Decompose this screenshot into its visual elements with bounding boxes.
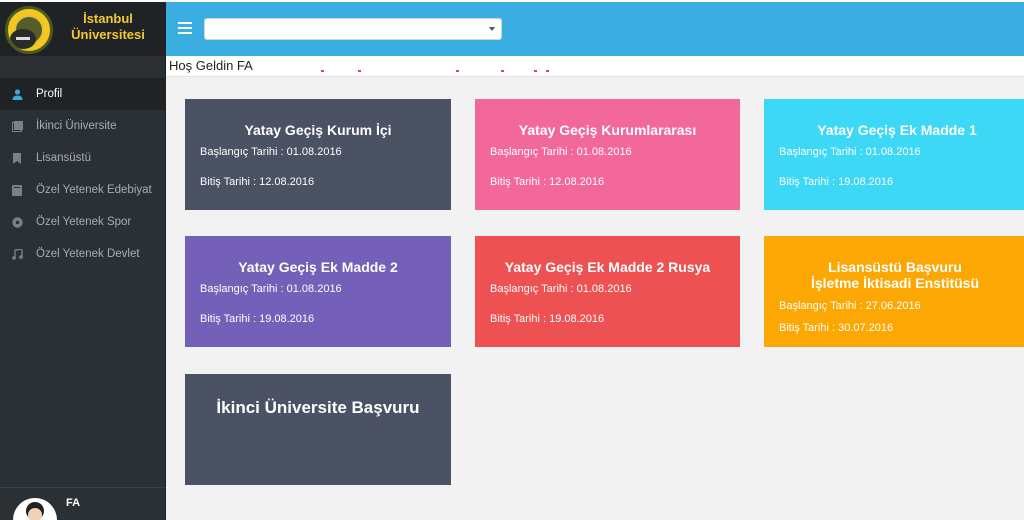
decorative-marks bbox=[321, 70, 551, 74]
card-lisansustu-basvuru[interactable]: Lisansüstü Başvuru İşletme İktisadi Enst… bbox=[764, 236, 1024, 347]
card-yatay-gecis-kurumlararasi[interactable]: Yatay Geçiş Kurumlararası Başlangıç Tari… bbox=[475, 99, 740, 210]
user-panel[interactable]: FA bbox=[0, 487, 166, 520]
top-bar bbox=[166, 0, 1024, 56]
card-start-date: Başlangıç Tarihi : 01.08.2016 bbox=[490, 283, 632, 295]
brand-name-line1: İstanbul bbox=[83, 11, 133, 26]
brand-name: İstanbul Üniversitesi bbox=[58, 11, 158, 43]
card-title: Yatay Geçiş Ek Madde 1 bbox=[817, 122, 977, 138]
user-name: FA bbox=[66, 497, 81, 509]
soccer-ball-icon bbox=[11, 216, 23, 228]
brand-name-line2: Üniversitesi bbox=[71, 27, 145, 42]
avatar bbox=[13, 498, 57, 520]
university-logo bbox=[5, 6, 53, 54]
card-start-date: Başlangıç Tarihi : 01.08.2016 bbox=[490, 146, 632, 158]
sidebar-item-label: İkinci Üniversite bbox=[36, 120, 117, 132]
card-start-date: Başlangıç Tarihi : 27.06.2016 bbox=[779, 300, 921, 312]
card-end-date: Bitiş Tarihi : 19.08.2016 bbox=[490, 313, 605, 325]
card-start-date: Başlangıç Tarihi : 01.08.2016 bbox=[779, 146, 921, 158]
card-end-date: Bitiş Tarihi : 12.08.2016 bbox=[490, 176, 605, 188]
music-note-icon bbox=[11, 248, 23, 260]
sidebar-item-label: Özel Yetenek Devlet bbox=[36, 248, 140, 260]
card-end-date: Bitiş Tarihi : 19.08.2016 bbox=[779, 176, 894, 188]
card-title-line2: İşletme İktisadi Enstitüsü bbox=[810, 275, 980, 291]
sidebar-item-ozel-yetenek-devlet[interactable]: Özel Yetenek Devlet bbox=[0, 238, 166, 270]
card-yatay-gecis-ek-madde-1[interactable]: Yatay Geçiş Ek Madde 1 Başlangıç Tarihi … bbox=[764, 99, 1024, 210]
sidebar-nav: Profil İkinci Üniversite Lisansüstü Özel… bbox=[0, 78, 166, 270]
card-title: Yatay Geçiş Ek Madde 2 Rusya bbox=[504, 259, 711, 275]
welcome-bar: Hoş Geldin FA bbox=[166, 56, 1024, 77]
document-icon bbox=[11, 120, 23, 132]
bookmark-icon bbox=[11, 152, 23, 164]
card-title: İkinci Üniversite Başvuru bbox=[216, 398, 420, 417]
sidebar-item-label: Profil bbox=[36, 88, 63, 100]
user-icon bbox=[11, 88, 23, 100]
card-yatay-gecis-kurum-ici[interactable]: Yatay Geçiş Kurum İçi Başlangıç Tarihi :… bbox=[185, 99, 451, 210]
card-title-line1: Lisansüstü Başvuru bbox=[828, 259, 962, 275]
card-yatay-gecis-ek-madde-2-rusya[interactable]: Yatay Geçiş Ek Madde 2 Rusya Başlangıç T… bbox=[475, 236, 740, 347]
card-end-date: Bitiş Tarihi : 30.07.2016 bbox=[779, 322, 894, 334]
card-end-date: Bitiş Tarihi : 12.08.2016 bbox=[200, 176, 315, 188]
sidebar-item-ozel-yetenek-spor[interactable]: Özel Yetenek Spor bbox=[0, 206, 166, 238]
sidebar-item-label: Özel Yetenek Spor bbox=[36, 216, 132, 228]
card-yatay-gecis-ek-madde-2[interactable]: Yatay Geçiş Ek Madde 2 Başlangıç Tarihi … bbox=[185, 236, 451, 347]
application-select[interactable] bbox=[204, 18, 502, 40]
chevron-down-icon bbox=[489, 27, 495, 31]
card-start-date: Başlangıç Tarihi : 01.08.2016 bbox=[200, 146, 342, 158]
card-end-date: Bitiş Tarihi : 19.08.2016 bbox=[200, 313, 315, 325]
card-title: Yatay Geçiş Ek Madde 2 bbox=[238, 259, 398, 275]
brand-header[interactable]: İstanbul Üniversitesi bbox=[0, 0, 166, 56]
book-icon bbox=[11, 184, 23, 196]
sidebar-item-label: Özel Yetenek Edebiyat bbox=[36, 184, 152, 196]
welcome-text: Hoş Geldin FA bbox=[169, 58, 253, 73]
sidebar-item-ikinci-universite[interactable]: İkinci Üniversite bbox=[0, 110, 166, 142]
card-start-date: Başlangıç Tarihi : 01.08.2016 bbox=[200, 283, 342, 295]
menu-toggle-icon[interactable] bbox=[178, 22, 192, 34]
card-title: Yatay Geçiş Kurum İçi bbox=[244, 122, 392, 138]
sidebar-item-profil[interactable]: Profil bbox=[0, 78, 166, 110]
card-title: Yatay Geçiş Kurumlararası bbox=[518, 122, 697, 138]
sidebar-item-label: Lisansüstü bbox=[36, 152, 91, 164]
sidebar-item-lisansustu[interactable]: Lisansüstü bbox=[0, 142, 166, 174]
sidebar-item-ozel-yetenek-edebiyat[interactable]: Özel Yetenek Edebiyat bbox=[0, 174, 166, 206]
sidebar: İstanbul Üniversitesi Profil İkinci Üniv… bbox=[0, 0, 166, 520]
card-ikinci-universite-basvuru[interactable]: İkinci Üniversite Başvuru bbox=[185, 374, 451, 485]
